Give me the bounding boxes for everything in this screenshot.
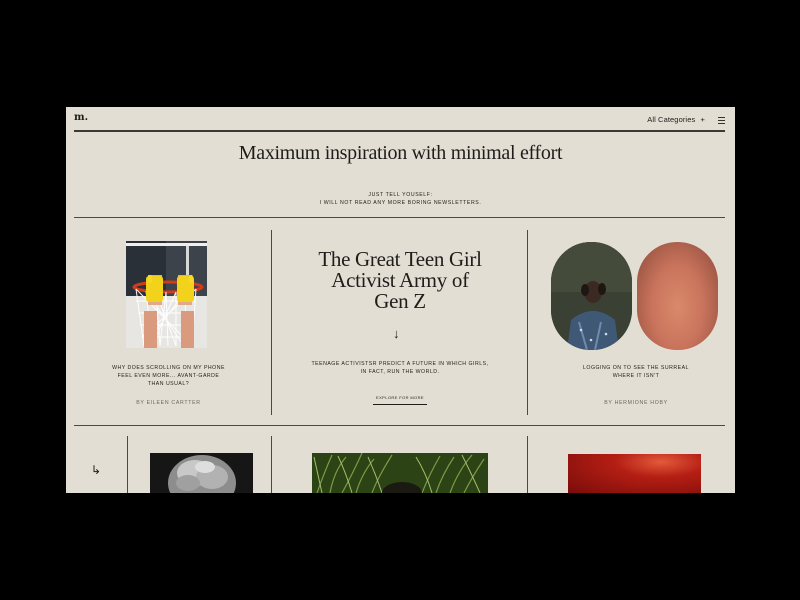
- section-divider: [74, 425, 725, 426]
- explore-more-link[interactable]: EXPLORE FOR MORE: [373, 395, 427, 405]
- hero-title: Maximum inspiration with minimal effort: [238, 142, 563, 164]
- caption-line: FEEL EVEN MORE... AVANT-GARDE: [117, 373, 220, 379]
- column-divider: [127, 436, 128, 493]
- white-hair-portrait-image[interactable]: [150, 453, 253, 493]
- categories-label: All Categories: [647, 115, 696, 124]
- caption-line: WHY DOES SCROLLING ON MY PHONE: [112, 365, 225, 371]
- basketball-hoop-illustration: [126, 241, 207, 348]
- author-byline[interactable]: BY HERMIONE HOBY: [561, 400, 711, 406]
- featured-article-title[interactable]: The Great Teen Girl Activist Army of Gen…: [281, 249, 519, 312]
- column-divider: [527, 436, 528, 493]
- blurred-oval-image[interactable]: [637, 242, 718, 350]
- hero-subtitle: JUST TELL YOUSELF: I WILL NOT READ ANY M…: [66, 191, 735, 207]
- grass-illustration: [312, 453, 488, 493]
- column-divider: [271, 436, 272, 493]
- caption-line: LOGGING ON TO SEE THE SURREAL: [583, 365, 689, 371]
- title-line: The Great Teen Girl: [318, 247, 482, 271]
- column-divider: [271, 230, 272, 415]
- hair-illustration: [150, 453, 253, 493]
- hero-subtitle-line2: I WILL NOT READ ANY MORE BORING NEWSLETT…: [319, 200, 482, 206]
- title-line: Activist Army of: [331, 268, 469, 292]
- column-divider: [527, 230, 528, 415]
- card-caption[interactable]: LOGGING ON TO SEE THE SURREAL WHERE IT I…: [561, 364, 711, 380]
- categories-dropdown[interactable]: All Categories +: [647, 115, 705, 124]
- featured-article-description: TEENAGE ACTIVISTSR PREDICT A FUTURE IN W…: [301, 360, 499, 376]
- title-line: Gen Z: [374, 289, 426, 313]
- caption-line: WHERE IT ISN'T: [612, 373, 660, 379]
- portrait-illustration: [551, 242, 632, 350]
- basketball-hoop-image[interactable]: [126, 241, 207, 348]
- section-divider: [74, 217, 725, 218]
- hamburger-icon[interactable]: [718, 117, 725, 124]
- desc-line: TEENAGE ACTIVISTSR PREDICT A FUTURE IN W…: [311, 361, 489, 367]
- plus-icon: +: [700, 115, 705, 124]
- desc-line: IN FACT, RUN THE WORLD.: [360, 369, 440, 375]
- portrait-oval-image[interactable]: [551, 242, 632, 350]
- card-caption[interactable]: WHY DOES SCROLLING ON MY PHONE FEEL EVEN…: [101, 364, 236, 388]
- site-logo[interactable]: m.: [74, 112, 88, 123]
- hero-subtitle-line1: JUST TELL YOUSELF:: [368, 192, 433, 198]
- red-blur-image[interactable]: [568, 454, 701, 493]
- header-divider: [74, 130, 725, 132]
- newsletter-page: m. All Categories + Maximum inspiration …: [66, 107, 735, 493]
- return-arrow-icon[interactable]: ↳: [91, 463, 101, 477]
- arrow-down-icon[interactable]: ↓: [393, 326, 400, 341]
- caption-line: THAN USUAL?: [147, 381, 190, 387]
- author-byline[interactable]: BY EILEEN CARTTER: [101, 400, 236, 406]
- grass-image[interactable]: [312, 453, 488, 493]
